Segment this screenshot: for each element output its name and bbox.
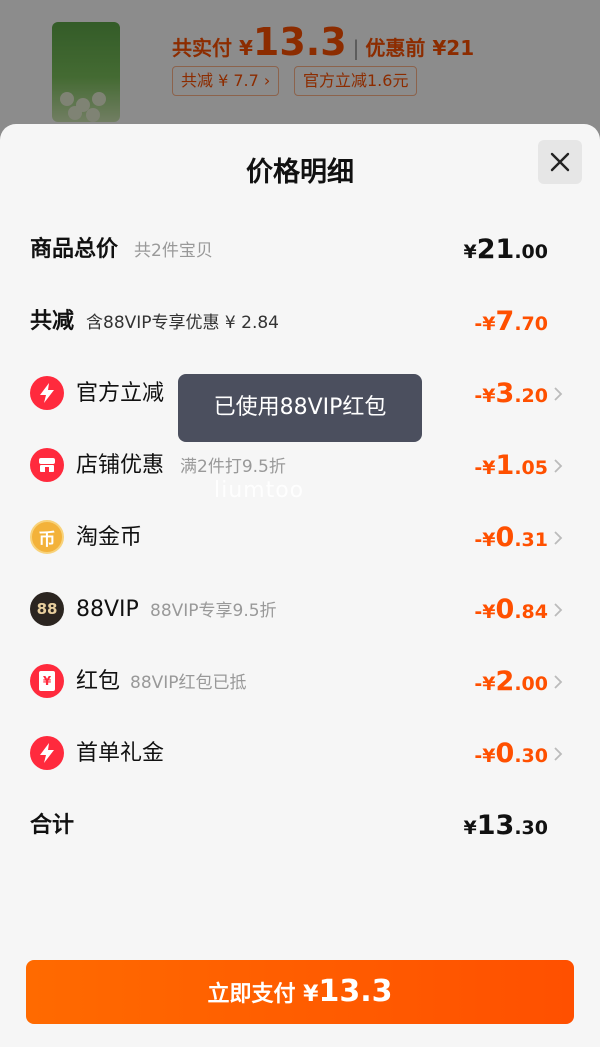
row-name: 淘金币 — [76, 525, 143, 550]
row-taojinbi[interactable]: 币 淘金币 -¥0.31 — [0, 518, 600, 558]
price-detail-sheet: 价格明细 商品总价 共2件宝贝 ¥21.00 共减 含88VIP专享优惠 ¥ 2… — [0, 124, 600, 1047]
row-amount: ¥21.00 — [463, 234, 548, 265]
row-amount: -¥1.05 — [474, 450, 548, 481]
chevron-right-icon — [554, 747, 563, 761]
row-name: 商品总价 — [30, 237, 119, 262]
row-name: 首单礼金 — [76, 741, 165, 766]
row-name: 88VIP — [76, 597, 139, 622]
row-88vip[interactable]: 88 88VIP 88VIP专享9.5折 -¥0.84 — [0, 590, 600, 630]
row-amount: -¥7.70 — [474, 306, 548, 337]
chevron-right-icon — [554, 531, 563, 545]
row-sub: 含88VIP专享优惠 ¥ 2.84 — [86, 313, 280, 333]
chevron-right-icon — [554, 387, 563, 401]
vip88-icon: 88 — [30, 592, 64, 626]
row-amount: -¥0.30 — [474, 738, 548, 769]
row-name: 共减 — [30, 309, 75, 334]
chevron-right-icon — [554, 603, 563, 617]
chevron-right-icon — [554, 459, 563, 473]
shop-icon — [30, 448, 64, 482]
toast-message: 已使用88VIP红包 — [178, 374, 422, 442]
pay-now-button[interactable]: 立即支付 ¥13.3 — [26, 960, 574, 1024]
row-amount: ¥13.30 — [463, 810, 548, 841]
chevron-right-icon — [554, 675, 563, 689]
close-icon — [550, 152, 570, 172]
row-sub: 88VIP红包已抵 — [130, 673, 247, 693]
row-name: 店铺优惠 — [76, 453, 165, 478]
lightning-icon — [30, 736, 64, 770]
row-amount: -¥0.84 — [474, 594, 548, 625]
row-name: 红包 — [76, 669, 121, 694]
row-first-order-gift[interactable]: 首单礼金 -¥0.30 — [0, 734, 600, 774]
row-grand-total: 合计 ¥13.30 — [0, 806, 600, 846]
lightning-icon — [30, 376, 64, 410]
row-amount: -¥0.31 — [474, 522, 548, 553]
row-total-reduction: 共减 含88VIP专享优惠 ¥ 2.84 -¥7.70 — [0, 302, 600, 342]
red-packet-icon: ¥ — [30, 664, 64, 698]
row-red-packet[interactable]: ¥ 红包 88VIP红包已抵 -¥2.00 — [0, 662, 600, 702]
row-name: 合计 — [30, 813, 75, 838]
row-amount: -¥2.00 — [474, 666, 548, 697]
coin-icon: 币 — [30, 520, 64, 554]
row-amount: -¥3.20 — [474, 378, 548, 409]
close-button[interactable] — [538, 140, 582, 184]
watermark: liumtoo — [214, 478, 305, 503]
row-name: 官方立减 — [76, 381, 165, 406]
sheet-title: 价格明细 — [246, 157, 354, 188]
row-goods-total: 商品总价 共2件宝贝 ¥21.00 — [0, 230, 600, 270]
row-sub: 共2件宝贝 — [134, 241, 213, 261]
row-sub: 88VIP专享9.5折 — [150, 601, 277, 621]
